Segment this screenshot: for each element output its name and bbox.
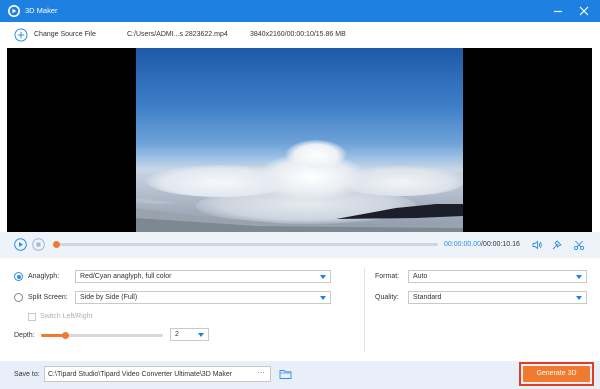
playback-bar: 00:00:00.00/00:00:10.16 [0, 232, 600, 258]
preview-frame [136, 48, 463, 232]
seek-handle[interactable] [53, 241, 60, 248]
chevron-down-icon [576, 275, 582, 279]
stop-icon[interactable] [32, 238, 45, 251]
source-bar: Change Source File C:/Users/ADMI...s 282… [0, 22, 600, 48]
chevron-down-icon [320, 296, 326, 300]
format-label: Format: [375, 273, 400, 280]
source-file-path: C:/Users/ADMI...s 2823622.mp4 [127, 31, 228, 38]
split-screen-radio[interactable] [14, 293, 23, 302]
divider [364, 268, 365, 352]
window-title: 3D Maker [25, 6, 58, 15]
volume-icon[interactable] [531, 239, 543, 251]
change-source-button[interactable]: Change Source File [34, 31, 96, 38]
settings-panel: Anaglyph: Red/Cyan anaglyph, full color … [0, 258, 600, 361]
format-select[interactable]: Auto [408, 270, 587, 283]
close-icon[interactable] [577, 4, 591, 18]
anaglyph-radio[interactable] [14, 272, 23, 281]
chevron-down-icon [198, 333, 204, 337]
save-to-label: Save to: [14, 371, 40, 378]
save-path-field[interactable]: C:\Tipard Studio\Tipard Video Converter … [44, 366, 271, 382]
depth-slider[interactable] [41, 332, 163, 339]
current-time: 00:00:00.00 [444, 241, 481, 248]
folder-icon[interactable] [279, 368, 292, 380]
format-value: Auto [413, 273, 428, 280]
output-bar: Save to: C:\Tipard Studio\Tipard Video C… [0, 361, 600, 389]
airplane-wing [136, 198, 463, 232]
add-source-icon[interactable] [14, 28, 28, 42]
generate-3d-button[interactable]: Generate 3D [523, 366, 590, 382]
chevron-down-icon [320, 275, 326, 279]
video-preview [7, 48, 592, 232]
switch-left-right-checkbox[interactable] [28, 313, 36, 321]
app-logo-icon [8, 5, 20, 17]
depth-label: Depth: [14, 332, 35, 339]
snapshot-icon[interactable] [551, 239, 563, 251]
split-screen-value: Side by Side (Full) [80, 294, 138, 301]
total-time: /00:00:10.16 [480, 241, 520, 248]
browse-button[interactable]: ··· [251, 368, 271, 380]
anaglyph-value: Red/Cyan anaglyph, full color [80, 273, 172, 280]
quality-value: Standard [413, 294, 442, 301]
switch-left-right-label: Switch Left/Right [40, 313, 93, 320]
source-file-info: 3840x2160/00:00:10/15.86 MB [250, 31, 346, 38]
quality-label: Quality: [375, 294, 399, 301]
cut-icon[interactable] [573, 239, 585, 251]
minimize-icon[interactable] [551, 4, 565, 18]
seek-bar[interactable] [53, 241, 438, 248]
anaglyph-label: Anaglyph: [28, 273, 60, 280]
depth-select[interactable]: 2 [170, 328, 209, 341]
depth-slider-handle[interactable] [62, 332, 69, 339]
title-bar: 3D Maker [0, 0, 600, 22]
quality-select[interactable]: Standard [408, 291, 587, 304]
split-screen-select[interactable]: Side by Side (Full) [75, 291, 331, 304]
anaglyph-select[interactable]: Red/Cyan anaglyph, full color [75, 270, 331, 283]
save-path-value: C:\Tipard Studio\Tipard Video Converter … [48, 371, 233, 378]
time-display: 00:00:00.00/00:00:10.16 [444, 241, 520, 248]
split-screen-label: Split Screen: [28, 294, 68, 301]
play-icon[interactable] [14, 238, 27, 251]
depth-value: 2 [175, 331, 179, 338]
chevron-down-icon [576, 296, 582, 300]
